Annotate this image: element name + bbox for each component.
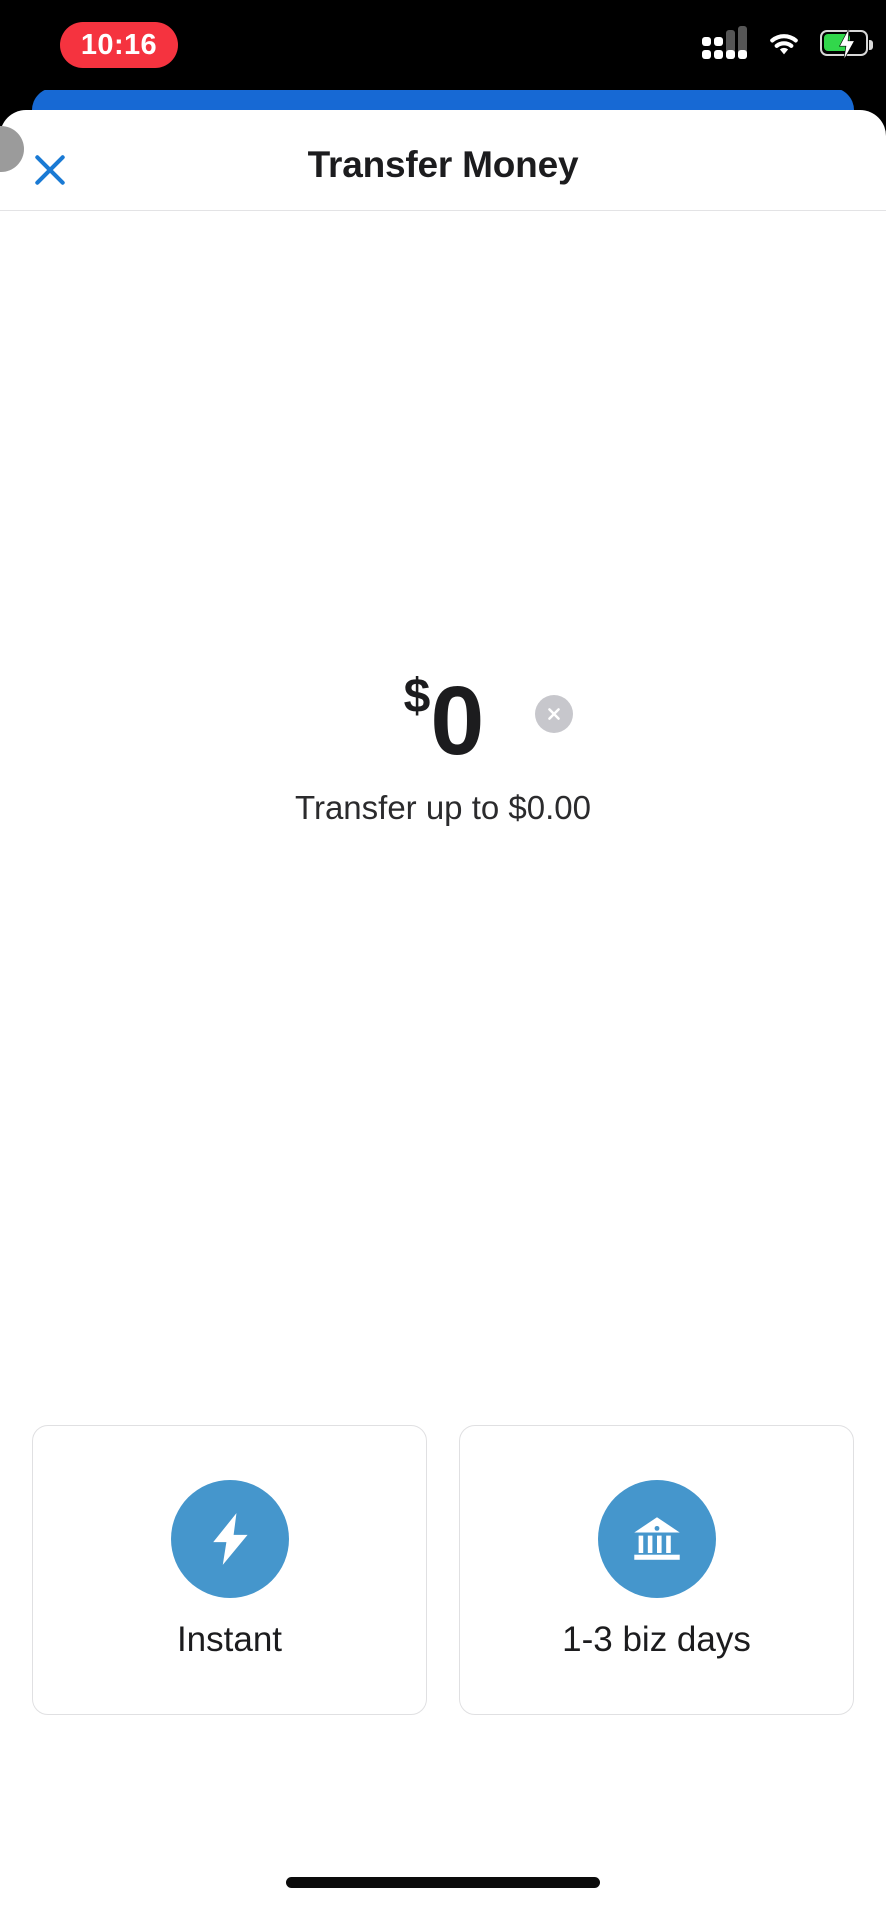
page-title: Transfer Money [307, 144, 579, 185]
lightning-bolt-icon [170, 1480, 289, 1598]
transfer-limit-note: Transfer up to $0.00 [295, 789, 591, 826]
home-indicator [286, 1877, 600, 1888]
amount-input-row[interactable]: $ 0 [0, 665, 886, 775]
transfer-money-sheet: Transfer Money $ 0 Transfer up to $0.00 [0, 110, 886, 1920]
header-divider [0, 210, 886, 211]
clear-amount-icon[interactable] [535, 695, 573, 733]
amount-section: $ 0 Transfer up to $0.00 [0, 665, 886, 827]
option-standard[interactable]: 1-3 biz days [459, 1425, 854, 1715]
currency-symbol: $ [403, 670, 431, 723]
transfer-speed-options: Instant 1-3 biz days [0, 1425, 886, 1715]
battery-charging-icon [820, 28, 873, 60]
option-label: Instant [176, 1620, 283, 1659]
status-time: 10:16 [80, 28, 158, 61]
sheet-header: Transfer Money [0, 110, 886, 210]
option-label: 1-3 biz days [562, 1620, 751, 1659]
status-icons [702, 26, 873, 60]
wifi-icon [770, 34, 798, 55]
phone-screen: 10:16 Transfer Money $ 0 Transfer up to … [0, 0, 886, 1920]
status-bar: 10:16 [0, 0, 886, 90]
bank-icon [597, 1480, 716, 1598]
status-time-pill: 10:16 [60, 22, 178, 68]
cellular-signal-icon [702, 26, 748, 60]
amount-value: 0 [430, 665, 484, 775]
option-instant[interactable]: Instant [32, 1425, 427, 1715]
